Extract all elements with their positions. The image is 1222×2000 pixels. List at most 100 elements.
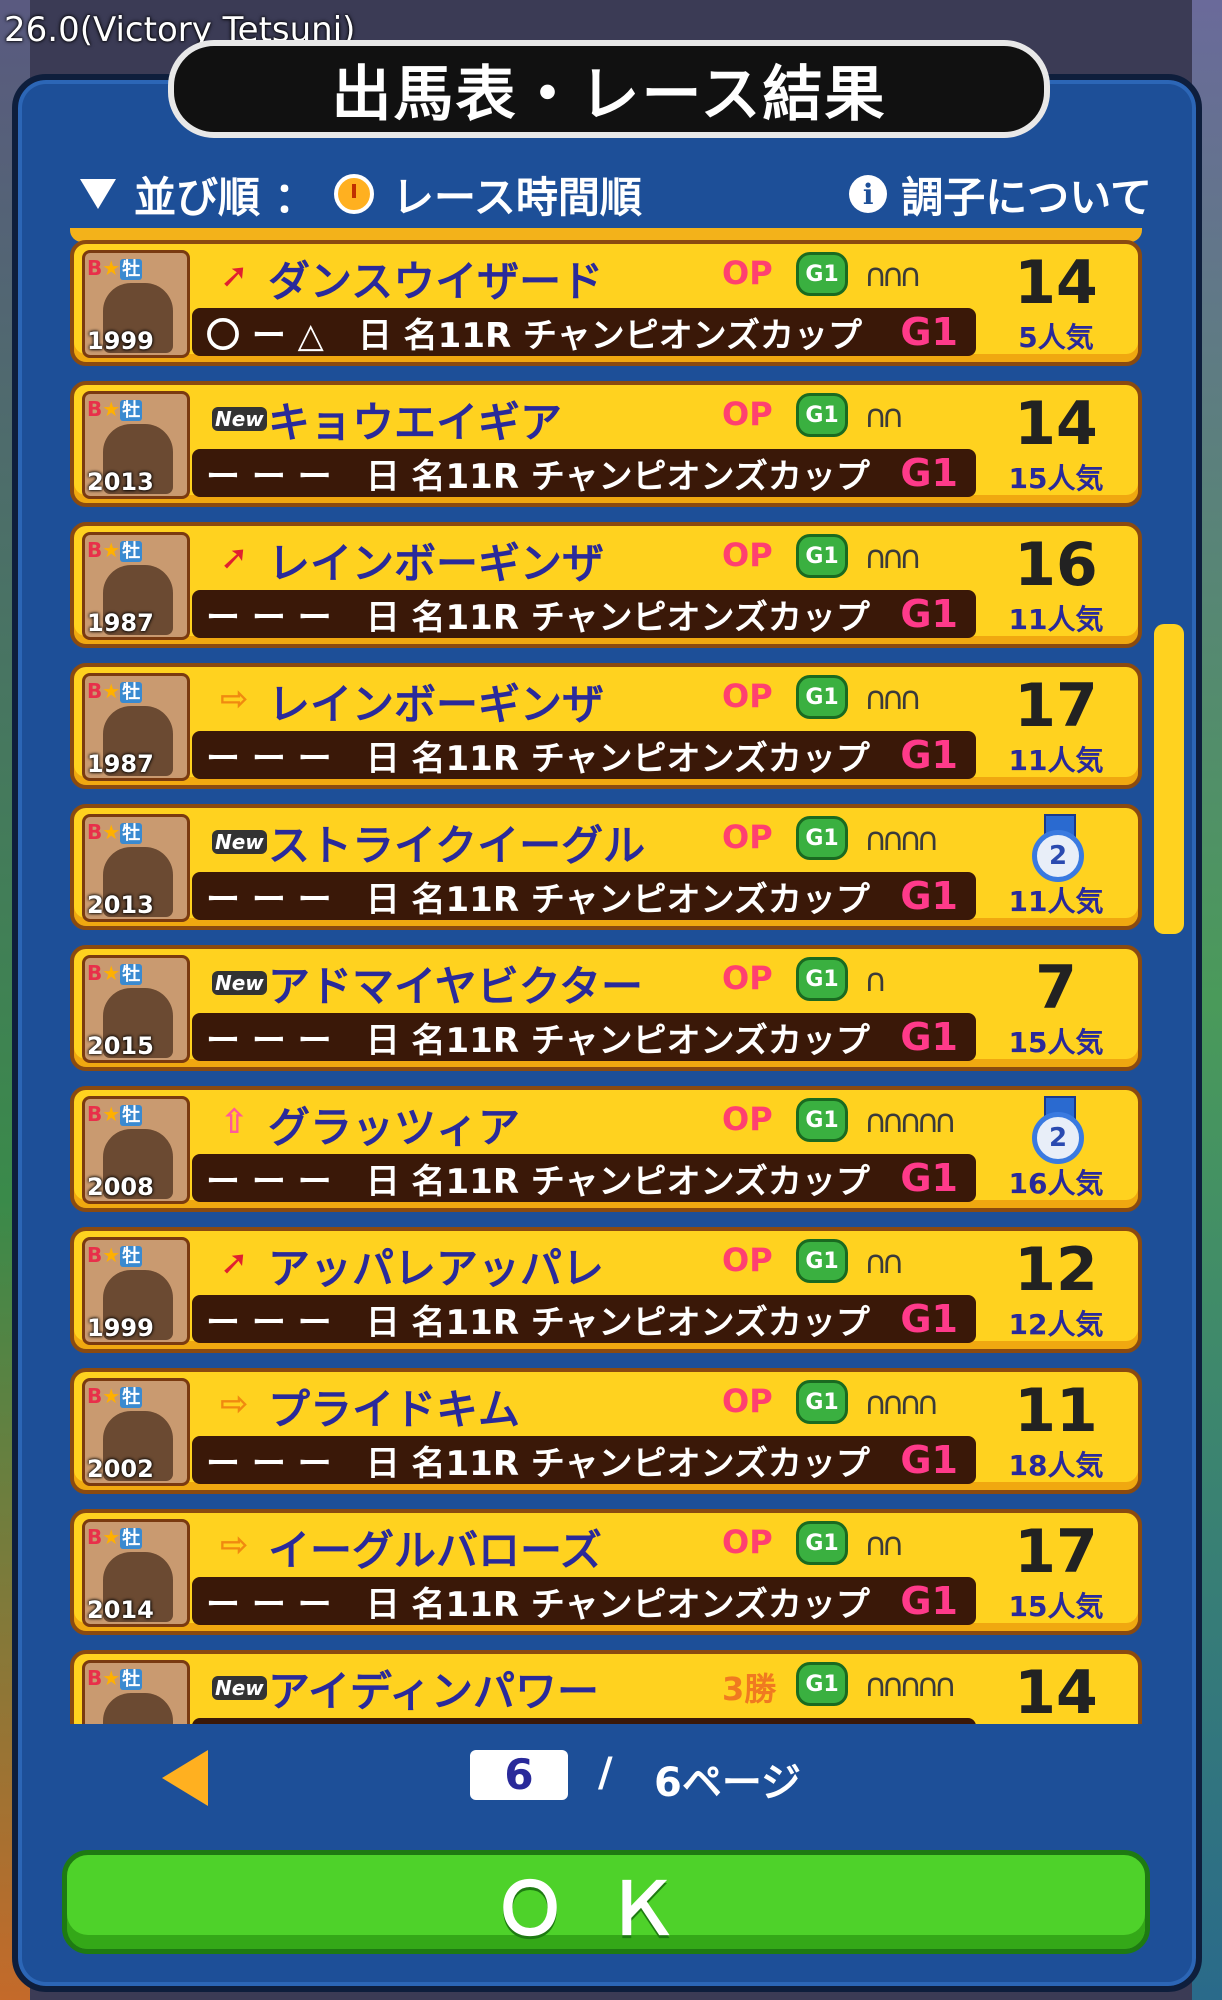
horse-avatar[interactable]: B★ 牡 2002 xyxy=(82,1378,190,1486)
horseshoe-icon: ∩ xyxy=(916,1666,940,1704)
race-marks-and-name: 日 名11R チャンピオンズカップ xyxy=(206,1718,900,1725)
result-rank: 14 xyxy=(1014,1658,1098,1724)
horse-row[interactable]: B★ 牡 2008 ⇧ グラッツィア OP G1 ∩∩∩∩∩ ー ー ー 日 名11R チャンピ… xyxy=(70,1086,1142,1212)
horse-row[interactable]: B★ 牡 1987 ⇨ レインボーギンザ OP G1 ∩∩∩ ー ー ー 日 名11R チャンピ… xyxy=(70,663,1142,789)
horseshoe-icon: ∩ xyxy=(864,538,888,576)
horseshoe-icon: ∩ xyxy=(864,256,888,294)
horseshoe-icon: ∩ xyxy=(881,1384,905,1422)
popularity: 5人気 xyxy=(1018,321,1094,354)
prediction-marks: ー ー ー xyxy=(206,597,332,638)
horse-row[interactable]: B★ 牡 1987 ➚ レインボーギンザ OP G1 ∩∩∩ ー ー ー 日 名11R チャンピ… xyxy=(70,522,1142,648)
horse-year: 1999 xyxy=(87,327,154,355)
list-scrollbar[interactable] xyxy=(1154,624,1184,934)
condition-arrow-icon: ⇧ xyxy=(220,1102,249,1142)
horse-row[interactable]: B★ 牡 2002 ⇨ プライドキム OP G1 ∩∩∩∩ ー ー ー 日 名11R チャンピオ… xyxy=(70,1368,1142,1494)
result-rank: 2 xyxy=(1032,1112,1084,1164)
ok-button[interactable]: ＯＫ xyxy=(62,1850,1150,1954)
g1-laurel-icon: G1 xyxy=(796,252,848,296)
result-rank: 17 xyxy=(1014,1517,1098,1587)
dialog-title-bar: 出馬表・レース結果 xyxy=(168,40,1050,138)
sort-label: 並び順 xyxy=(134,172,261,222)
horseshoe-icon: ∩ xyxy=(898,538,923,576)
horse-avatar[interactable]: B★ 牡 1987 xyxy=(82,673,190,781)
sort-colon: ： xyxy=(274,172,317,222)
race-marks-and-name: ー ー ー 日 名11R チャンピオンズカップ xyxy=(206,449,900,498)
horseshoe-icons: ∩∩∩∩ xyxy=(864,1384,940,1422)
horse-class: OP xyxy=(722,395,773,433)
horseshoe-icon: ∩ xyxy=(864,1243,888,1281)
sort-value: レース時間順 xyxy=(392,172,642,222)
horse-avatar[interactable]: B★ 牡 2013 xyxy=(82,814,190,922)
horseshoe-icon: ∩ xyxy=(916,1384,940,1422)
horse-name: イーグルバローズ xyxy=(268,1526,602,1575)
race-grade: G1 xyxy=(900,310,958,354)
condition-arrow-icon: New xyxy=(212,971,267,995)
g1-laurel-icon: G1 xyxy=(796,1239,848,1283)
prev-page-arrow-icon[interactable] xyxy=(162,1750,208,1806)
horse-row[interactable]: B★ 牡 2015 New アドマイヤビクター OP G1 ∩ ー ー ー 日 名11R チャン… xyxy=(70,945,1142,1071)
page-separator: / xyxy=(598,1750,613,1796)
horseshoe-icons: ∩∩ xyxy=(864,397,905,435)
horse-avatar[interactable]: B★ 牡 1987 xyxy=(82,532,190,640)
race-marks-and-name: ー ー ー 日 名11R チャンピオンズカップ xyxy=(206,731,900,780)
horse-avatar[interactable]: B★ 牡 1999 xyxy=(82,1237,190,1345)
prediction-marks: ー ー ー xyxy=(206,1302,332,1343)
horse-tags: B★ 牡 xyxy=(87,397,143,421)
horse-avatar[interactable]: B★ 牡 xyxy=(82,1660,190,1724)
race-name: 日 名11R チャンピオンズカップ xyxy=(365,1443,870,1484)
horseshoe-icon: ∩ xyxy=(864,1666,888,1704)
horse-tags: B★ 牡 xyxy=(87,1243,143,1267)
race-grade: G1 xyxy=(900,1297,958,1341)
g1-laurel-icon: G1 xyxy=(796,1380,848,1424)
horse-avatar[interactable]: B★ 牡 2014 xyxy=(82,1519,190,1627)
horse-row[interactable]: B★牡Newアイディンパワー3勝G1∩∩∩∩∩ 日 名11R チャンピオンズカッ… xyxy=(70,1650,1142,1724)
condition-info-button[interactable]: i 調子について xyxy=(849,164,1152,224)
horse-year: 2015 xyxy=(87,1032,154,1060)
horseshoe-icon: ∩ xyxy=(881,1525,905,1563)
current-page-field[interactable]: 6 xyxy=(470,1750,568,1800)
pager: 6 / 6ページ xyxy=(0,1742,1222,1812)
horse-avatar[interactable]: B★ 牡 2008 xyxy=(82,1096,190,1204)
result-rank: 14 xyxy=(1014,248,1098,318)
horse-row[interactable]: B★ 牡 2014 ⇨ イーグルバローズ OP G1 ∩∩ ー ー ー 日 名11R チャンピオ… xyxy=(70,1509,1142,1635)
race-marks-and-name: 〇 ー △ 日 名11R チャンピオンズカップ xyxy=(206,308,900,357)
popularity: 16人気 xyxy=(1008,1167,1104,1200)
horse-year: 2013 xyxy=(87,891,154,919)
horse-tags: B★ 牡 xyxy=(87,1525,143,1549)
horseshoe-icon: ∩ xyxy=(933,1666,958,1704)
sort-control[interactable]: 並び順 ： レース時間順 xyxy=(80,164,642,224)
race-name: 日 名11R チャンピオンズカップ xyxy=(357,315,862,356)
horse-avatar[interactable]: B★ 牡 2013 xyxy=(82,391,190,499)
horse-row[interactable]: B★ 牡 2013 New キョウエイギア OP G1 ∩∩ ー ー ー 日 名11R チャンピ… xyxy=(70,381,1142,507)
horse-avatar[interactable]: B★ 牡 2015 xyxy=(82,955,190,1063)
horseshoe-icon: ∩ xyxy=(864,1102,888,1140)
horseshoe-icon: ∩ xyxy=(933,1102,958,1140)
horse-year: 1987 xyxy=(87,750,154,778)
condition-arrow-icon: ⇨ xyxy=(220,1384,249,1424)
race-grade: G1 xyxy=(900,1720,958,1724)
popularity: 11人気 xyxy=(1008,744,1104,777)
horse-class: OP xyxy=(722,536,773,574)
race-info-bar: 日 名11R チャンピオンズカップG1 xyxy=(192,1718,976,1724)
medal-icon: 2 xyxy=(1018,1096,1098,1170)
horse-class: OP xyxy=(722,1523,773,1561)
horse-list[interactable]: B★ 牡 1999 ➚ ダンスウイザード OP G1 ∩∩∩ 〇 ー △ 日 名11R チャンピ… xyxy=(70,240,1142,1724)
popularity: 18人気 xyxy=(1008,1449,1104,1482)
result-rank: 14 xyxy=(1014,389,1098,459)
horse-tags: B★ 牡 xyxy=(87,679,143,703)
horse-row[interactable]: B★ 牡 2013 New ストライクイーグル OP G1 ∩∩∩∩ ー ー ー 日 名11R … xyxy=(70,804,1142,930)
horse-avatar[interactable]: B★ 牡 1999 xyxy=(82,250,190,358)
popularity: 11人気 xyxy=(1008,885,1104,918)
prediction-marks: ー ー ー xyxy=(206,879,332,920)
race-name: 日 名11R チャンピオンズカップ xyxy=(365,1302,870,1343)
g1-laurel-icon: G1 xyxy=(796,1098,848,1142)
horse-row[interactable]: B★ 牡 1999 ➚ アッパレアッパレ OP G1 ∩∩ ー ー ー 日 名11R チャンピオ… xyxy=(70,1227,1142,1353)
horseshoe-icons: ∩∩ xyxy=(864,1243,905,1281)
race-grade: G1 xyxy=(900,1156,958,1200)
horseshoe-icons: ∩∩∩ xyxy=(864,538,923,576)
horse-row[interactable]: B★ 牡 1999 ➚ ダンスウイザード OP G1 ∩∩∩ 〇 ー △ 日 名11R チャンピ… xyxy=(70,240,1142,366)
race-name: 日 名11R チャンピオンズカップ xyxy=(365,456,870,497)
race-grade: G1 xyxy=(900,874,958,918)
race-marks-and-name: ー ー ー 日 名11R チャンピオンズカップ xyxy=(206,1577,900,1626)
horseshoe-icon: ∩ xyxy=(864,1384,888,1422)
